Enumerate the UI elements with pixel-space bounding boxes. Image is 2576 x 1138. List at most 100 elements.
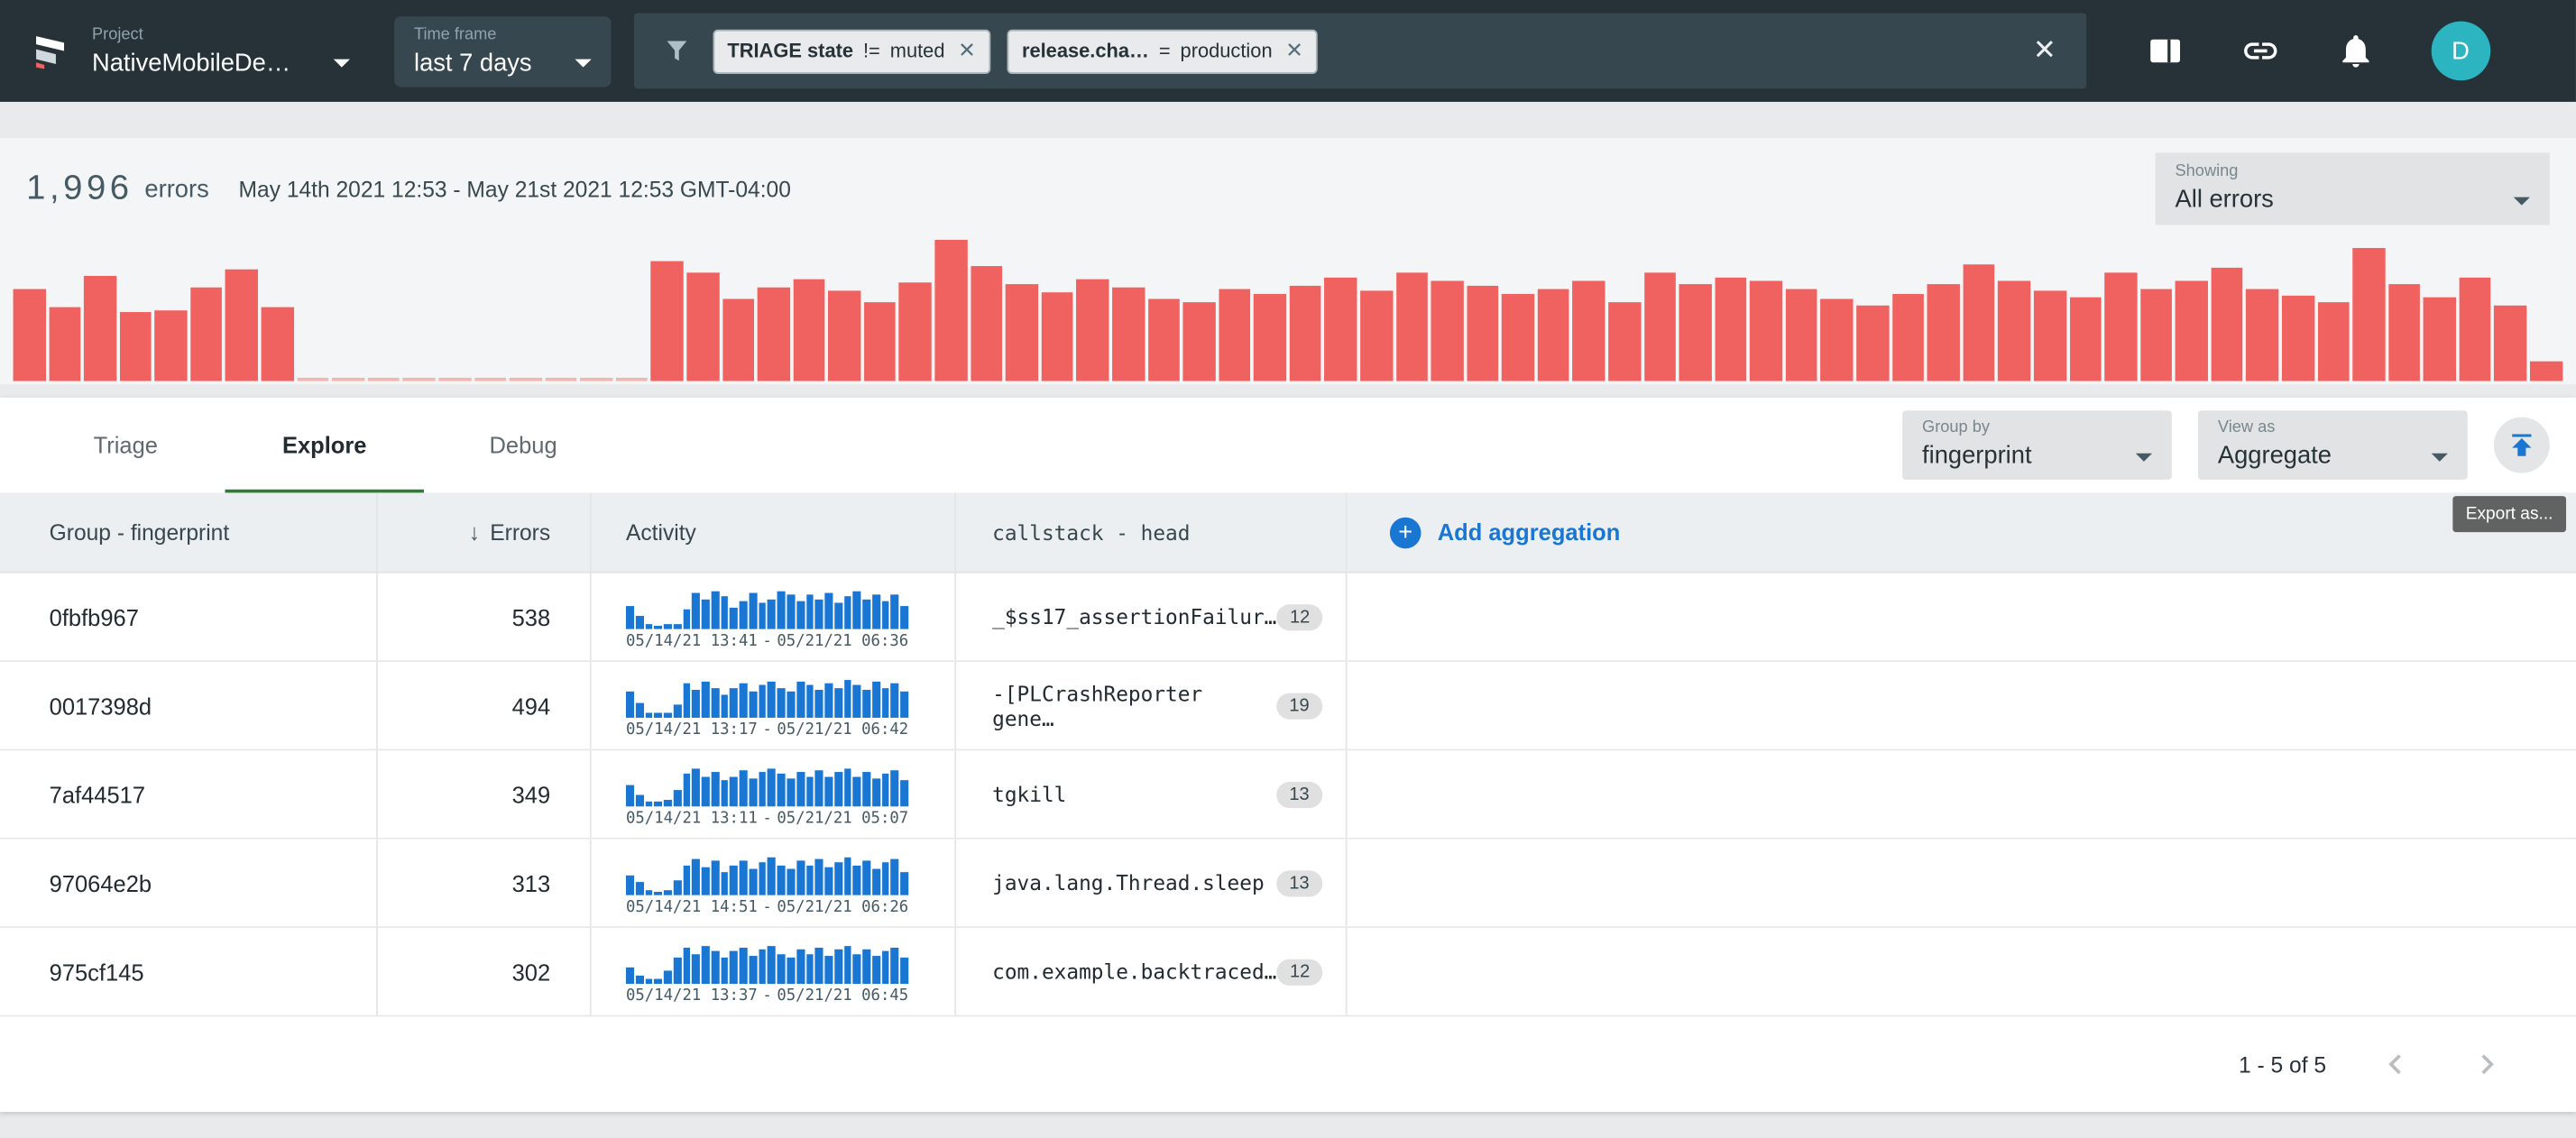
- errors-cell: 302: [378, 928, 592, 1015]
- aggregation-cell: [1348, 928, 2576, 1015]
- activity-cell: 05/14/21 14:51 - 05/21/21 06:26: [592, 840, 956, 927]
- activity-bar: [787, 957, 795, 983]
- activity-bar: [796, 601, 805, 629]
- activity-bar: [749, 868, 757, 895]
- activity-bar: [787, 691, 795, 717]
- add-aggregation-button[interactable]: + Add aggregation: [1348, 492, 2576, 571]
- histogram-bar: [1999, 280, 2031, 381]
- link-icon[interactable]: [2240, 32, 2280, 71]
- tab-debug[interactable]: Debug: [424, 398, 622, 493]
- activity-bar: [711, 860, 719, 895]
- clear-filters-icon[interactable]: ✕: [2027, 34, 2064, 67]
- count-badge: 12: [1276, 603, 1322, 629]
- fingerprint-value[interactable]: 0017398d: [50, 693, 152, 719]
- previous-page-button[interactable]: [2372, 1042, 2418, 1088]
- chevron-down-icon: [2432, 453, 2448, 461]
- callstack-value: -[PLCrashReporter gene…: [992, 681, 1276, 730]
- histogram-bar: [1431, 280, 1464, 381]
- filter-chip-remove-icon[interactable]: ✕: [958, 38, 976, 64]
- activity-bar: [654, 891, 662, 895]
- timeframe-selector[interactable]: Time frame last 7 days: [394, 15, 611, 86]
- filter-bar[interactable]: TRIAGE state != muted ✕ release.cha… = p…: [634, 14, 2086, 89]
- activity-bar: [834, 861, 842, 894]
- fingerprint-value[interactable]: 975cf145: [50, 959, 144, 985]
- fingerprint-value[interactable]: 97064e2b: [50, 869, 152, 895]
- filter-chip-value: production: [1181, 40, 1273, 62]
- activity-bar: [900, 605, 908, 628]
- filter-chip[interactable]: release.cha… = production ✕: [1007, 29, 1319, 73]
- pagination: 1 - 5 of 5: [0, 1016, 2576, 1112]
- histogram-bar: [1927, 284, 1960, 381]
- aggregation-cell: [1348, 750, 2576, 838]
- histogram-bar: [225, 270, 258, 381]
- histogram-bar: [332, 378, 364, 381]
- histogram-bar: [1608, 302, 1641, 381]
- project-selector[interactable]: Project NativeMobileDe…: [92, 23, 372, 78]
- activity-bar: [711, 687, 719, 717]
- filter-funnel-icon: [657, 32, 696, 71]
- activity-bar: [768, 768, 776, 806]
- filter-chip-remove-icon[interactable]: ✕: [1285, 38, 1303, 64]
- activity-bar: [721, 595, 729, 628]
- table-row: 97064e2b 313 05/14/21 14:51 - 05/21/21 0…: [0, 840, 2576, 928]
- activity-bar: [664, 799, 672, 805]
- activity-bar: [664, 623, 672, 628]
- histogram-bar: [1573, 280, 1605, 381]
- next-page-button[interactable]: [2464, 1042, 2510, 1088]
- activity-dates: 05/14/21 14:51 - 05/21/21 06:26: [626, 897, 908, 915]
- activity-bar: [768, 681, 776, 717]
- export-button[interactable]: [2494, 418, 2550, 473]
- notifications-bell-icon[interactable]: [2336, 32, 2376, 71]
- activity-bar: [759, 771, 767, 805]
- activity-bar: [853, 865, 861, 895]
- histogram-bar: [864, 302, 897, 381]
- user-avatar[interactable]: D: [2431, 22, 2490, 81]
- activity-bar: [815, 947, 823, 983]
- activity-bar: [900, 779, 908, 805]
- activity-chart: [626, 673, 908, 717]
- filter-chip[interactable]: TRIAGE state != muted ✕: [713, 29, 990, 73]
- fingerprint-value[interactable]: 0fbfb967: [50, 603, 139, 629]
- histogram-bar: [119, 312, 152, 381]
- fingerprint-value[interactable]: 7af44517: [50, 781, 145, 807]
- activity-bar: [626, 691, 634, 717]
- group-by-dropdown[interactable]: Group by fingerprint: [1902, 410, 2172, 479]
- table-row: 7af44517 349 05/14/21 13:11 - 05/21/21 0…: [0, 750, 2576, 839]
- activity-bar: [777, 953, 786, 983]
- activity-bar: [900, 871, 908, 894]
- histogram-bar: [403, 378, 436, 381]
- histogram-bar: [14, 289, 46, 381]
- header-errors[interactable]: ↓ Errors: [378, 492, 592, 571]
- activity-bar: [787, 777, 795, 805]
- histogram-bar: [1821, 298, 1854, 381]
- activity-bar: [768, 599, 776, 629]
- topbar-icons: D: [2145, 22, 2489, 81]
- error-count-unit: errors: [144, 175, 208, 203]
- showing-dropdown[interactable]: Showing All errors: [2156, 152, 2550, 225]
- view-as-dropdown[interactable]: View as Aggregate: [2198, 410, 2468, 479]
- activity-bar: [805, 684, 814, 717]
- activity-bar: [815, 858, 823, 895]
- count-badge: 12: [1276, 959, 1322, 985]
- histogram-bar: [1254, 294, 1286, 381]
- activity-bar: [683, 683, 691, 717]
- activity-start: 05/14/21 13:11: [626, 809, 758, 827]
- activity-bar: [824, 683, 833, 717]
- tab-triage[interactable]: Triage: [26, 398, 225, 493]
- activity-bar: [635, 702, 643, 717]
- histogram-bar: [1750, 280, 1782, 381]
- activity-bar: [740, 683, 748, 717]
- aggregation-cell: [1348, 574, 2576, 661]
- histogram-bar: [1183, 302, 1216, 381]
- histogram-bar: [368, 378, 400, 381]
- activity-bar: [683, 609, 691, 629]
- layout-columns-icon[interactable]: [2145, 32, 2185, 71]
- activity-bar: [824, 592, 833, 629]
- backtrace-logo-icon: [26, 26, 76, 76]
- error-count: 1,996: [26, 170, 133, 209]
- activity-bar: [872, 777, 880, 805]
- histogram-bar: [686, 272, 719, 381]
- activity-bar: [881, 601, 889, 629]
- tab-explore[interactable]: Explore: [225, 398, 424, 493]
- activity-bar: [645, 623, 653, 628]
